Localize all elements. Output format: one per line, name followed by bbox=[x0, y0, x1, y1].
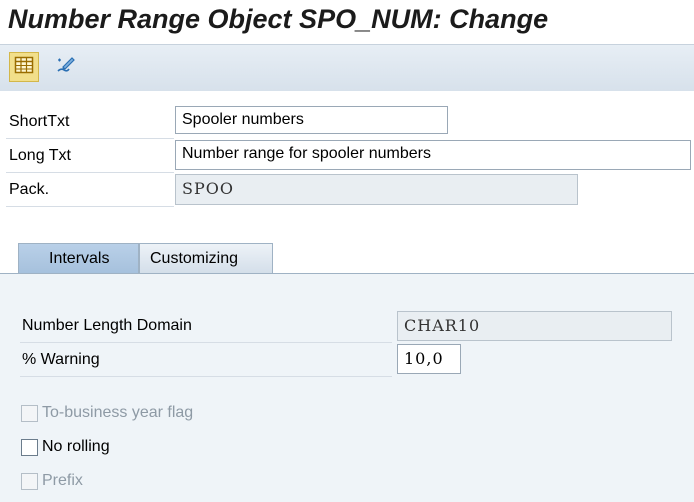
tab-intervals[interactable]: Intervals bbox=[18, 243, 139, 273]
row-divider bbox=[20, 376, 392, 377]
to-business-year-flag-label: To-business year flag bbox=[42, 404, 194, 421]
row-divider bbox=[6, 206, 174, 207]
row-divider bbox=[6, 138, 174, 139]
row-divider bbox=[20, 342, 392, 343]
long-text-label: Long Txt bbox=[9, 147, 71, 164]
edit-pen-icon bbox=[55, 54, 77, 81]
prefix-checkbox bbox=[21, 472, 38, 490]
warning-label: % Warning bbox=[22, 351, 100, 368]
no-rolling-checkbox-row[interactable]: No rolling bbox=[21, 435, 110, 459]
window-title: Number Range Object SPO_NUM: Change bbox=[8, 4, 549, 34]
to-business-year-flag-checkbox bbox=[21, 404, 38, 422]
header-form: ShortTxt Spooler numbers Long Txt Number… bbox=[0, 91, 694, 231]
warning-field[interactable]: 10,0 bbox=[397, 344, 461, 374]
long-text-field[interactable]: Number range for spooler numbers bbox=[175, 140, 691, 170]
number-length-domain-label: Number Length Domain bbox=[22, 317, 192, 334]
table-icon bbox=[14, 55, 34, 80]
prefix-label: Prefix bbox=[42, 472, 83, 489]
number-length-domain-field: CHAR10 bbox=[397, 311, 672, 341]
package-label: Pack. bbox=[9, 181, 50, 198]
application-toolbar bbox=[0, 44, 694, 92]
package-field: SPOO bbox=[175, 174, 578, 205]
short-text-label: ShortTxt bbox=[9, 113, 70, 130]
short-text-field[interactable]: Spooler numbers bbox=[175, 106, 448, 134]
intervals-panel: Number Length Domain CHAR10 % Warning 10… bbox=[0, 273, 694, 502]
table-view-button[interactable] bbox=[9, 52, 39, 82]
edit-button[interactable] bbox=[51, 52, 81, 82]
tab-customizing[interactable]: Customizing bbox=[139, 243, 273, 273]
prefix-checkbox-row: Prefix bbox=[21, 469, 83, 493]
tab-strip: Intervals Customizing bbox=[0, 243, 694, 274]
row-divider bbox=[6, 172, 174, 173]
title-bar: Number Range Object SPO_NUM: Change bbox=[0, 0, 694, 44]
no-rolling-checkbox[interactable] bbox=[21, 438, 38, 456]
to-business-year-flag-checkbox-row: To-business year flag bbox=[21, 401, 193, 425]
no-rolling-label[interactable]: No rolling bbox=[42, 438, 110, 456]
